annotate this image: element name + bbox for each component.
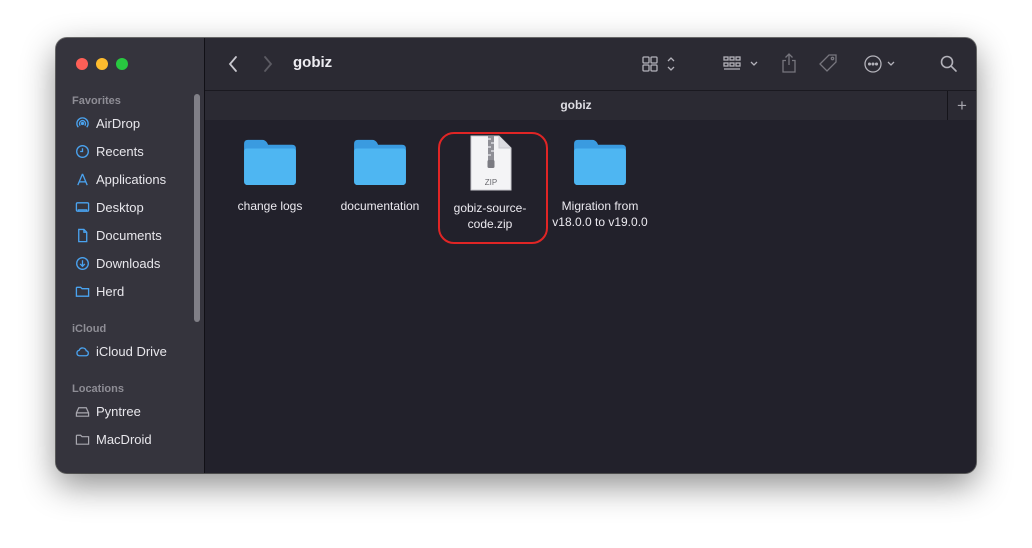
desktop-icon (74, 199, 90, 215)
folder-icon (74, 283, 90, 299)
file-browser-content: change logs documentation ZIP gobiz-sour… (205, 120, 976, 473)
sidebar-item-desktop[interactable]: Desktop (74, 196, 144, 218)
sidebar-item-label: AirDrop (96, 115, 141, 131)
tag-icon[interactable] (817, 52, 839, 74)
sidebar-section-locations: Locations (72, 383, 124, 395)
toolbar: gobiz (205, 38, 976, 90)
finder-window: Favorites AirDrop Recents Applications D… (56, 38, 976, 473)
search-icon[interactable] (938, 53, 960, 75)
folder-icon (74, 431, 90, 447)
file-name-line2: v18.0.0 to v19.0.0 (552, 215, 648, 229)
tab-bar: gobiz + (205, 90, 976, 121)
airdrop-icon (74, 115, 90, 131)
sidebar-item-pyntree[interactable]: Pyntree (74, 400, 141, 422)
file-name: documentation (340, 199, 420, 213)
document-icon (74, 227, 90, 243)
sidebar-item-recents[interactable]: Recents (74, 140, 144, 162)
share-icon[interactable] (778, 51, 800, 75)
file-name-line1: Migration from (561, 199, 639, 213)
highlight-annotation (438, 132, 548, 244)
sidebar-item-label: Documents (96, 227, 162, 243)
sidebar-item-label: iCloud Drive (96, 343, 167, 359)
sidebar-item-icloud-drive[interactable]: iCloud Drive (74, 340, 167, 362)
minimize-window-button[interactable] (96, 58, 108, 70)
file-item-change-logs[interactable]: change logs (215, 138, 325, 214)
window-controls (76, 58, 128, 70)
sidebar-scrollbar[interactable] (194, 94, 200, 322)
tab-gobiz[interactable]: gobiz (205, 98, 947, 112)
new-tab-button[interactable]: + (947, 91, 976, 120)
sidebar-section-favorites: Favorites (72, 95, 121, 107)
grid-view-icon[interactable] (640, 53, 680, 75)
folder-icon (240, 138, 300, 190)
sidebar-item-airdrop[interactable]: AirDrop (74, 112, 140, 134)
sidebar-item-documents[interactable]: Documents (74, 224, 162, 246)
sidebar-item-applications[interactable]: Applications (74, 168, 166, 190)
back-arrow-icon[interactable] (223, 54, 243, 74)
file-name: Migration from v18.0.0 to v19.0.0 (552, 198, 647, 230)
sidebar-item-label: Herd (96, 283, 125, 299)
sidebar-item-downloads[interactable]: Downloads (74, 252, 160, 274)
sidebar-item-label: Desktop (96, 199, 144, 215)
more-actions-icon[interactable] (861, 53, 901, 75)
group-by-icon[interactable] (722, 53, 762, 75)
window-title: gobiz (293, 54, 333, 71)
folder-icon (570, 138, 630, 190)
download-icon (74, 255, 90, 271)
zoom-window-button[interactable] (116, 58, 128, 70)
sidebar-item-label: Recents (96, 143, 144, 159)
sidebar-item-herd[interactable]: Herd (74, 280, 124, 302)
file-name: change logs (237, 199, 303, 213)
sidebar-item-label: MacDroid (96, 431, 152, 447)
file-item-documentation[interactable]: documentation (325, 138, 435, 214)
sidebar-section-icloud: iCloud (72, 323, 107, 335)
folder-icon (350, 138, 410, 190)
sidebar-item-label: Downloads (96, 255, 161, 271)
cloud-icon (74, 343, 90, 359)
file-item-migration-folder[interactable]: Migration from v18.0.0 to v19.0.0 (545, 138, 655, 230)
close-window-button[interactable] (76, 58, 88, 70)
clock-icon (74, 143, 90, 159)
drive-icon (74, 403, 90, 419)
forward-arrow-icon[interactable] (258, 54, 278, 74)
sidebar: Favorites AirDrop Recents Applications D… (56, 38, 205, 473)
sidebar-item-label: Applications (96, 171, 167, 187)
sidebar-item-macdroid[interactable]: MacDroid (74, 428, 152, 450)
applications-icon (74, 171, 90, 187)
sidebar-item-label: Pyntree (96, 403, 141, 419)
